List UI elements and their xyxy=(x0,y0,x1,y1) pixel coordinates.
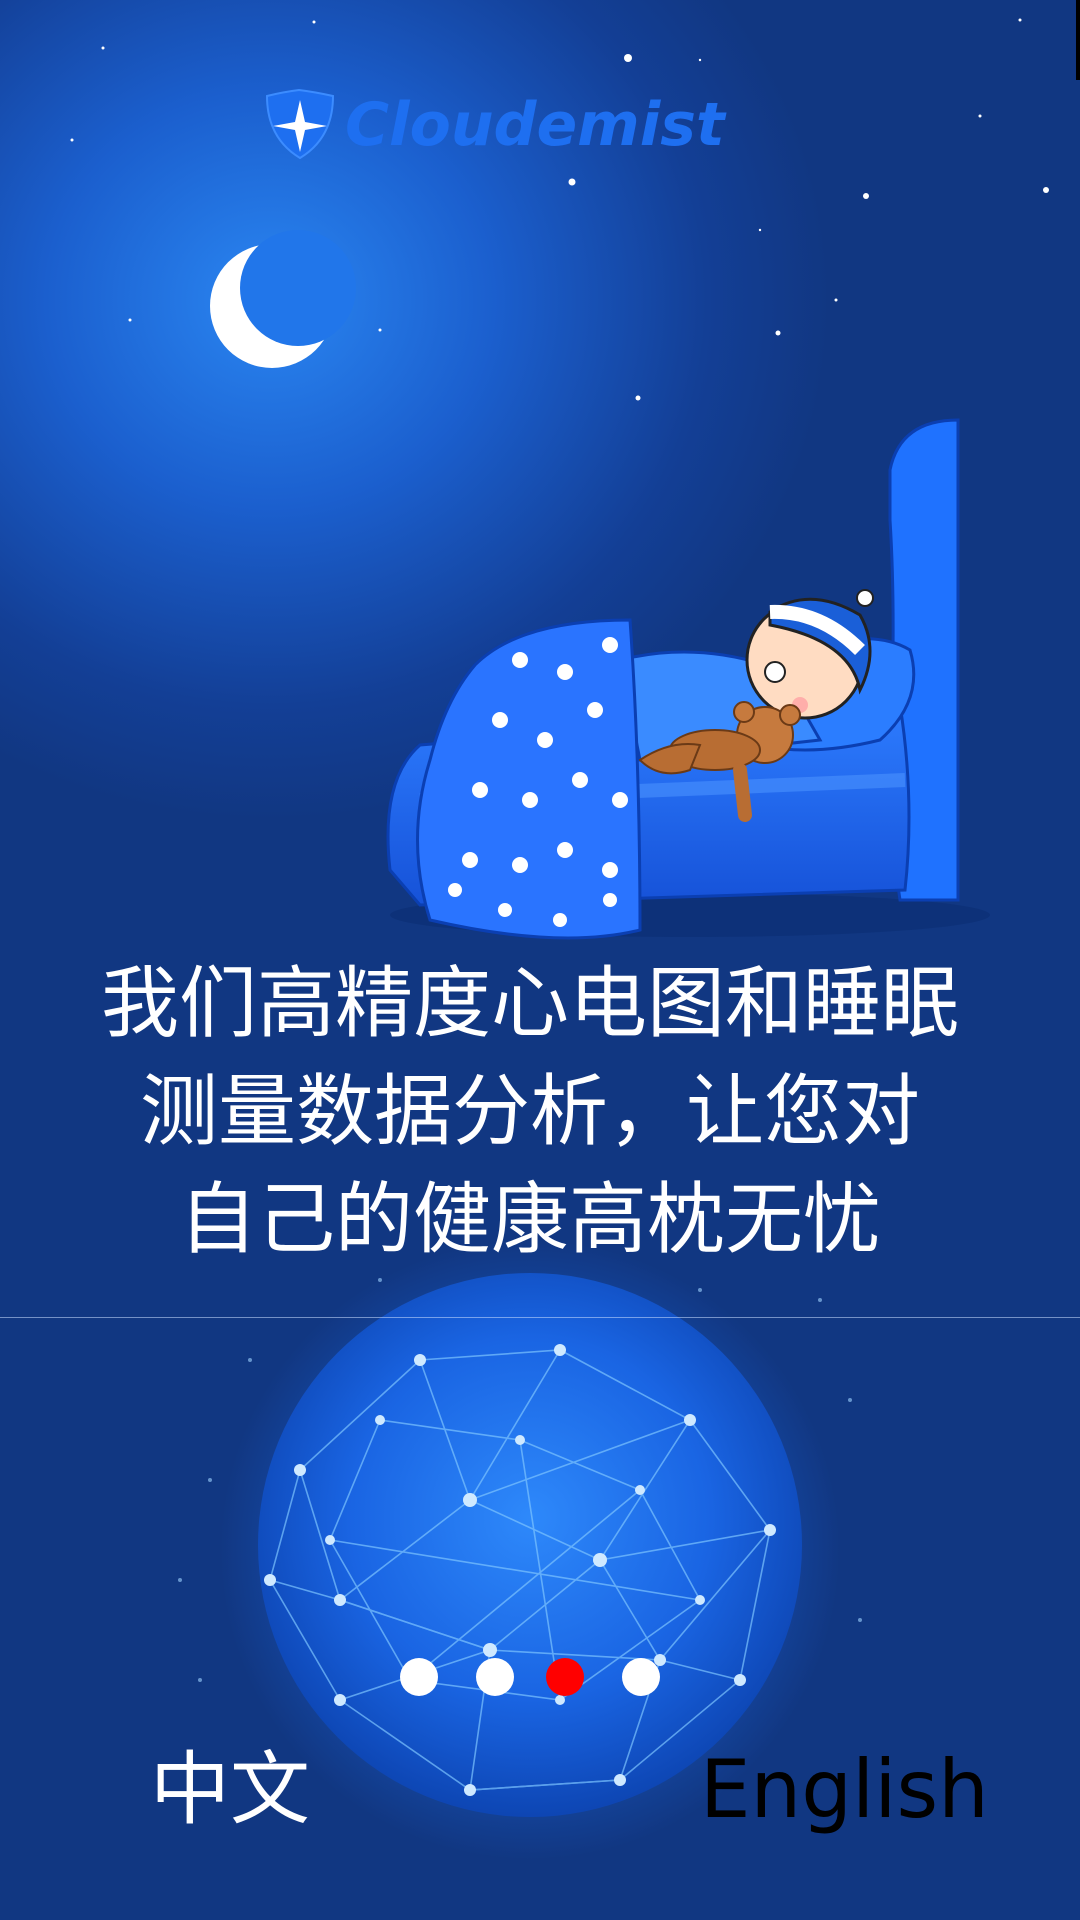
page-indicator xyxy=(0,1658,1080,1698)
divider xyxy=(0,1317,1080,1318)
scrollbar-edge xyxy=(1076,0,1080,80)
headline-line-2: 测量数据分析，让您对 xyxy=(139,1067,920,1157)
page-dot-4[interactable] xyxy=(622,1658,660,1696)
crescent-moon-icon xyxy=(210,230,356,368)
splash-screen: Cloudemist 我们高精度心电图和睡眠 测量数据分析，让您对 自己的健康高… xyxy=(0,0,1080,1920)
shield-star-icon xyxy=(265,88,335,160)
stars xyxy=(70,18,1049,401)
page-dot-1[interactable] xyxy=(400,1658,438,1696)
headline-line-1: 我们高精度心电图和睡眠 xyxy=(100,959,959,1049)
brand-logo: Cloudemist xyxy=(265,88,727,160)
page-dot-2[interactable] xyxy=(476,1658,514,1696)
intro-headline: 我们高精度心电图和睡眠 测量数据分析，让您对 自己的健康高枕无忧 xyxy=(60,950,1000,1274)
page-dot-3-active[interactable] xyxy=(546,1658,584,1696)
chinese-language-button[interactable]: 中文 xyxy=(150,1740,310,1840)
english-language-button[interactable]: English xyxy=(700,1740,989,1840)
brand-name: Cloudemist xyxy=(345,90,727,160)
sleeping-child-bed-illustration xyxy=(386,418,990,940)
headline-line-3: 自己的健康高枕无忧 xyxy=(178,1175,881,1265)
